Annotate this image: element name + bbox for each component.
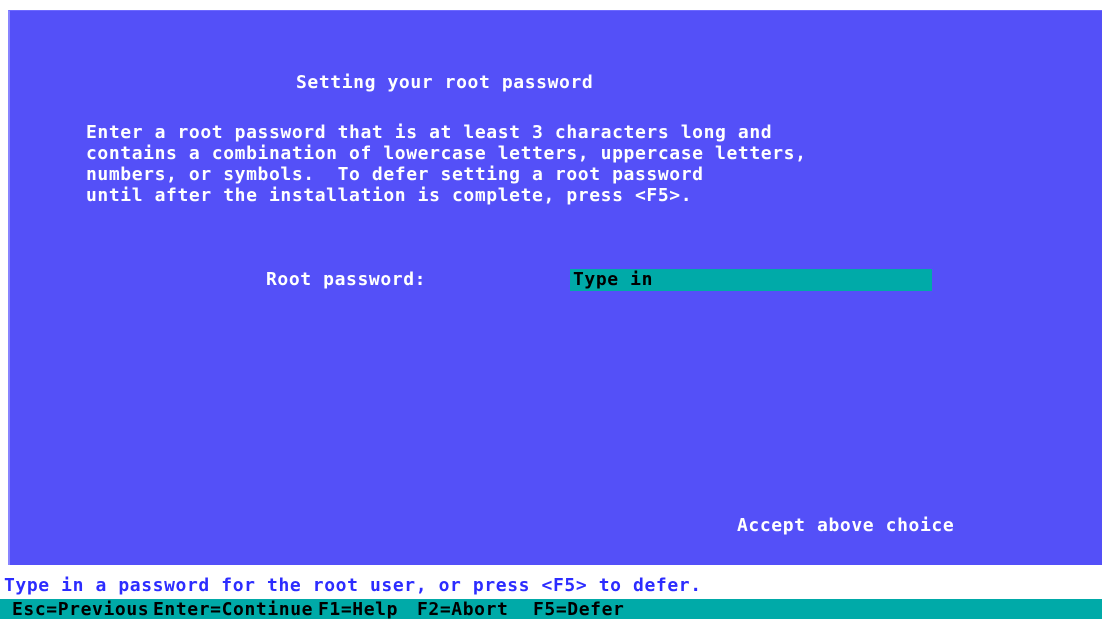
installer-screen: Setting your root password Enter a root … [0,0,1102,619]
root-password-label: Root password: [266,269,427,290]
key-f1-help[interactable]: F1=Help [318,600,398,619]
key-enter-continue[interactable]: Enter=Continue [153,600,313,619]
dialog-description: Enter a root password that is at least 3… [86,122,807,206]
dialog-title: Setting your root password [296,72,594,93]
dialog-panel: Setting your root password Enter a root … [8,10,1102,565]
root-password-input[interactable] [570,269,932,291]
key-f5-defer[interactable]: F5=Defer [533,600,625,619]
key-esc-previous[interactable]: Esc=Previous [12,600,149,619]
function-key-bar: Esc=Previous Enter=Continue F1=Help F2=A… [0,599,1102,619]
accept-choice-button[interactable]: Accept above choice [737,515,954,536]
key-f2-abort[interactable]: F2=Abort [417,600,509,619]
status-line: Type in a password for the root user, or… [4,575,702,596]
